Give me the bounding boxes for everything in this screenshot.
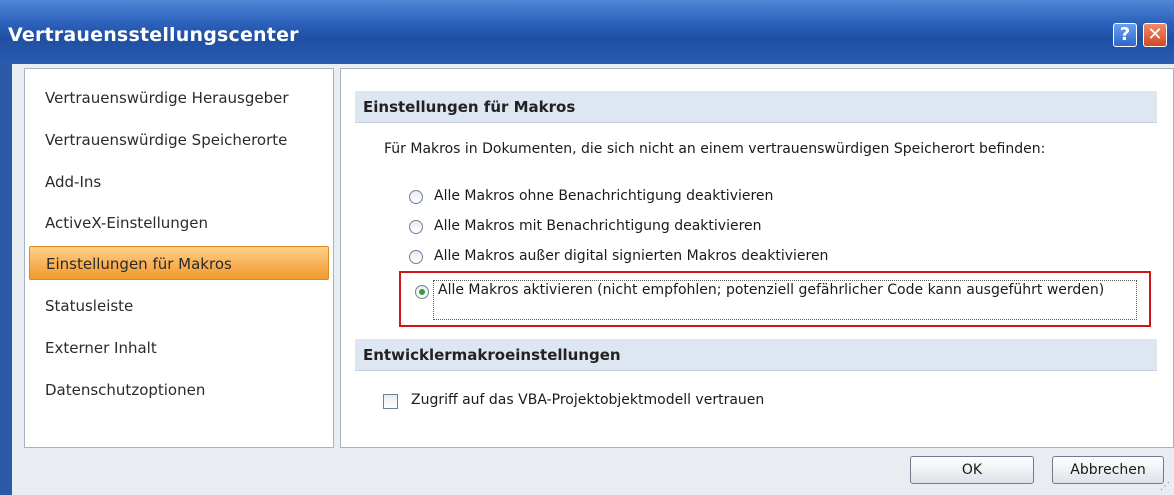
resize-grip-icon[interactable]: ⋰	[1160, 481, 1172, 493]
nav-item-add-ins[interactable]: Add-Ins	[29, 165, 329, 199]
help-icon: ?	[1119, 24, 1131, 45]
vba-trust-label: Zugriff auf das VBA-Projektobjektmodell …	[411, 392, 765, 408]
settings-panel: Einstellungen für Makros Für Makros in D…	[340, 68, 1174, 448]
window-title: Vertrauensstellungscenter	[8, 24, 299, 46]
close-button[interactable]: ✕	[1143, 23, 1167, 47]
radio-label-enable-all[interactable]: Alle Makros aktivieren (nicht empfohlen;…	[438, 281, 1138, 299]
developer-settings-header: Entwicklermakroeinstellungen	[355, 339, 1157, 371]
radio-enable-all-macros[interactable]	[415, 285, 429, 299]
help-button[interactable]: ?	[1113, 23, 1137, 47]
macro-settings-description: Für Makros in Dokumenten, die sich nicht…	[384, 141, 1046, 157]
nav-item-external-content[interactable]: Externer Inhalt	[29, 331, 329, 365]
ok-button[interactable]: OK	[910, 456, 1034, 484]
nav-item-trusted-publishers[interactable]: Vertrauenswürdige Herausgeber	[29, 81, 329, 115]
highlighted-option-frame: Alle Makros aktivieren (nicht empfohlen;…	[399, 271, 1151, 327]
radio-label: Alle Makros ohne Benachrichtigung deakti…	[434, 188, 774, 204]
radio-button[interactable]	[409, 190, 423, 204]
title-bar[interactable]: Vertrauensstellungscenter ? ✕	[0, 0, 1174, 64]
nav-item-statusbar[interactable]: Statusleiste	[29, 289, 329, 323]
nav-item-macro-settings[interactable]: Einstellungen für Makros	[29, 246, 329, 280]
nav-item-trusted-locations[interactable]: Vertrauenswürdige Speicherorte	[29, 123, 329, 157]
dialog-body: Vertrauenswürdige Herausgeber Vertrauens…	[12, 64, 1174, 495]
vba-trust-checkbox[interactable]	[383, 394, 398, 409]
close-icon: ✕	[1147, 24, 1163, 45]
radio-label: Alle Makros außer digital signierten Mak…	[434, 248, 829, 264]
radio-label: Alle Makros mit Benachrichtigung deaktiv…	[434, 218, 762, 234]
macro-settings-header: Einstellungen für Makros	[355, 91, 1157, 123]
dialog-window: Vertrauensstellungscenter ? ✕ Vertrauens…	[0, 0, 1174, 495]
category-list: Vertrauenswürdige Herausgeber Vertrauens…	[24, 68, 334, 448]
radio-button[interactable]	[409, 220, 423, 234]
nav-item-activex[interactable]: ActiveX-Einstellungen	[29, 206, 329, 240]
cancel-button[interactable]: Abbrechen	[1052, 456, 1164, 484]
nav-item-privacy-options[interactable]: Datenschutzoptionen	[29, 373, 329, 407]
radio-button[interactable]	[409, 250, 423, 264]
